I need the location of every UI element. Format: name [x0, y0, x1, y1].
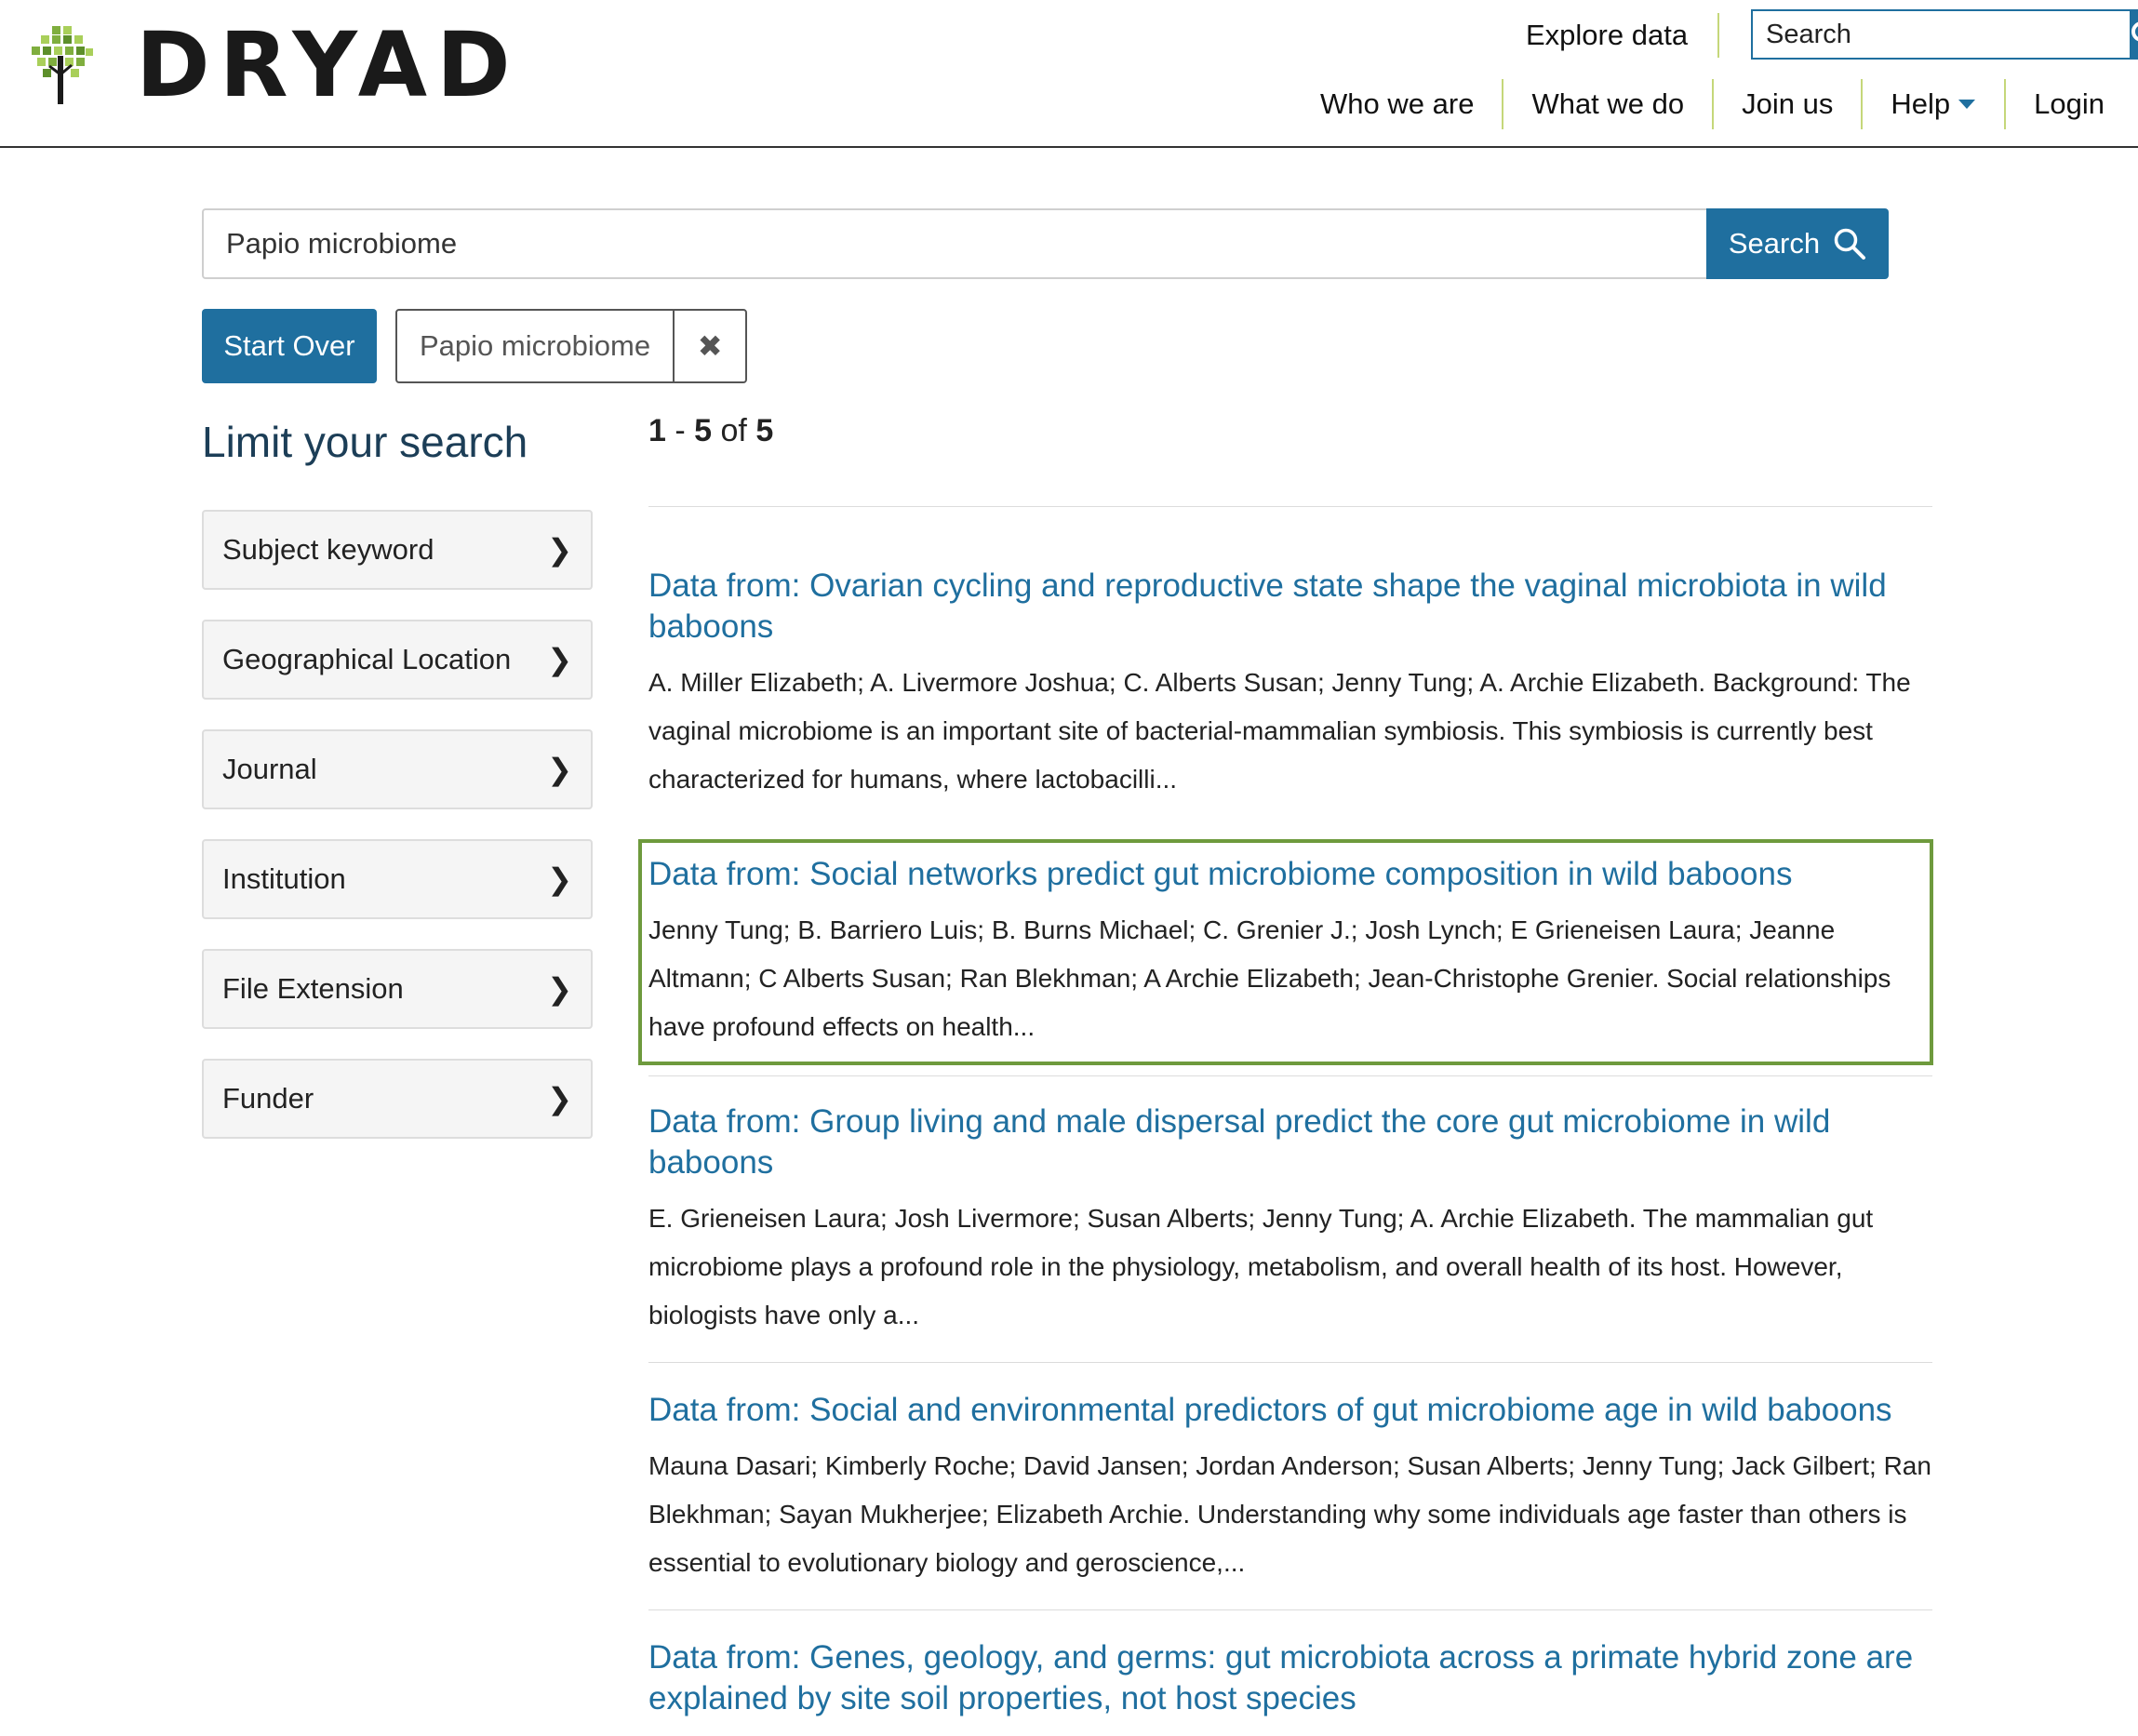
remove-constraint-button[interactable]: ✖	[675, 311, 745, 381]
facet-journal[interactable]: Journal ❯	[202, 729, 593, 809]
main-search-input[interactable]	[202, 208, 1706, 279]
nav-join-us[interactable]: Join us	[1712, 79, 1861, 129]
header-search-input[interactable]	[1751, 9, 2130, 60]
brand-wordmark: DRYAD	[136, 13, 520, 117]
dryad-logo[interactable]: DRYAD	[28, 20, 520, 110]
results-divider	[648, 506, 1932, 507]
nav-what-we-do[interactable]: What we do	[1502, 79, 1712, 129]
start-over-button[interactable]: Start Over	[202, 309, 377, 383]
results-sep: -	[665, 413, 695, 448]
result-item: Data from: Ovarian cycling and reproduct…	[648, 566, 1932, 804]
main-search-button-label: Search	[1728, 227, 1821, 260]
close-icon: ✖	[697, 329, 723, 363]
facet-label: Subject keyword	[222, 533, 434, 566]
facet-label: Institution	[222, 862, 346, 895]
facet-label: Geographical Location	[222, 643, 512, 675]
result-title-link[interactable]: Data from: Genes, geology, and germs: gu…	[648, 1637, 1932, 1719]
facet-label: Funder	[222, 1082, 314, 1115]
chevron-right-icon: ❯	[547, 533, 572, 567]
result-item: Data from: Group living and male dispers…	[648, 1102, 1932, 1340]
nav-login[interactable]: Login	[2004, 79, 2105, 129]
results-start: 1	[648, 413, 666, 448]
facet-subject-keyword[interactable]: Subject keyword ❯	[202, 510, 593, 590]
chevron-right-icon: ❯	[547, 972, 572, 1006]
facet-file-extension[interactable]: File Extension ❯	[202, 949, 593, 1029]
chevron-right-icon: ❯	[547, 753, 572, 786]
main-search-button[interactable]: Search	[1706, 208, 1889, 279]
search-icon	[2131, 21, 2138, 42]
header-search	[1751, 9, 2138, 60]
result-item: Data from: Social and environmental pred…	[648, 1390, 1932, 1587]
facet-list: Subject keyword ❯ Geographical Location …	[202, 510, 593, 1168]
facet-institution[interactable]: Institution ❯	[202, 839, 593, 919]
result-snippet: Mauna Dasari; Kimberly Roche; David Jans…	[648, 1451, 1931, 1577]
chevron-right-icon: ❯	[547, 643, 572, 676]
caret-down-icon	[1958, 100, 1976, 109]
result-title-link[interactable]: Data from: Ovarian cycling and reproduct…	[648, 566, 1932, 648]
nav-help[interactable]: Help	[1861, 79, 2004, 129]
main-search-bar: Search	[202, 208, 1889, 279]
facet-label: Journal	[222, 753, 317, 785]
main-nav: Who we are What we do Join us Help Login	[1320, 78, 2105, 130]
result-divider	[648, 1362, 1932, 1363]
facet-label: File Extension	[222, 972, 404, 1005]
explore-data-link[interactable]: Explore data	[1526, 13, 1720, 58]
results-count: 1 - 5 of 5	[648, 413, 773, 449]
search-icon	[1834, 228, 1866, 260]
result-snippet: E. Grieneisen Laura; Josh Livermore; Sus…	[648, 1204, 1874, 1329]
result-divider	[648, 1609, 1932, 1610]
nav-who-we-are[interactable]: Who we are	[1320, 79, 1502, 129]
result-title-link[interactable]: Data from: Social and environmental pred…	[648, 1390, 1932, 1431]
site-header: DRYAD Explore data Who we are What we do…	[0, 0, 2138, 148]
tree-logo-icon	[32, 26, 93, 104]
chevron-right-icon: ❯	[547, 862, 572, 896]
results-total: 5	[755, 413, 774, 448]
result-snippet: Jenny Tung; B. Barriero Luis; B. Burns M…	[648, 915, 1891, 1041]
result-snippet: A. Miller Elizabeth; A. Livermore Joshua…	[648, 668, 1911, 794]
results-of: of	[712, 413, 756, 448]
search-constraints: Start Over Papio microbiome ✖	[202, 309, 748, 383]
header-search-button[interactable]	[2130, 9, 2138, 60]
result-item: Data from: Genes, geology, and germs: gu…	[648, 1637, 1932, 1719]
result-item: Data from: Social networks predict gut m…	[648, 854, 1932, 1051]
facet-funder[interactable]: Funder ❯	[202, 1059, 593, 1139]
explore-data-container: Explore data	[1526, 11, 1720, 60]
constraint-chip-label[interactable]: Papio microbiome	[397, 311, 675, 381]
nav-help-label: Help	[1891, 87, 1951, 120]
result-title-link[interactable]: Data from: Group living and male dispers…	[648, 1102, 1932, 1183]
result-divider	[648, 1075, 1932, 1076]
result-title-link[interactable]: Data from: Social networks predict gut m…	[648, 854, 1932, 895]
limit-search-heading: Limit your search	[202, 418, 528, 466]
constraint-chip: Papio microbiome ✖	[395, 309, 748, 383]
chevron-right-icon: ❯	[547, 1082, 572, 1115]
results-end: 5	[694, 413, 713, 448]
facet-geographical-location[interactable]: Geographical Location ❯	[202, 620, 593, 700]
